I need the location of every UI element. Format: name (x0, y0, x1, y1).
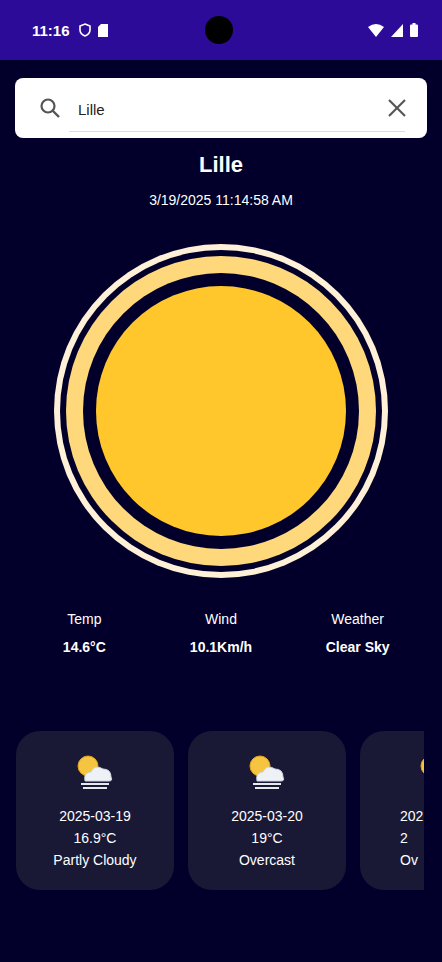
camera-hole (205, 16, 233, 44)
stat-item: Temp 14.6°C (16, 611, 153, 655)
forecast-card[interactable]: 2025-03-20 19°C Overcast (188, 731, 346, 890)
battery-icon (410, 23, 418, 37)
shield-icon (79, 23, 91, 37)
forecast-temp: 2 (400, 827, 408, 849)
forecast-date: 2025-03-19 (59, 805, 131, 827)
partly-cloudy-icon (73, 753, 117, 793)
search-bar[interactable]: Lille (15, 78, 427, 138)
sd-card-icon (98, 24, 108, 37)
stat-value: 14.6°C (63, 639, 106, 655)
forecast-condition: Partly Cloudy (53, 849, 136, 871)
forecast-date: 202 (400, 805, 423, 827)
close-icon[interactable] (387, 98, 407, 118)
sun-icon (54, 244, 388, 578)
stat-item: Weather Clear Sky (289, 611, 426, 655)
forecast-condition: Ov (400, 849, 418, 871)
forecast-card[interactable]: 202 2 Ov (360, 731, 424, 890)
stat-label: Weather (331, 611, 384, 627)
forecast-temp: 16.9°C (74, 827, 117, 849)
status-bar: 11:16 (0, 0, 442, 60)
stat-value: Clear Sky (326, 639, 390, 655)
forecast-list[interactable]: 2025-03-19 16.9°C Partly Cloudy 2025-03-… (16, 731, 424, 890)
wifi-icon (368, 24, 384, 37)
status-time: 11:16 (32, 22, 70, 39)
forecast-condition: Overcast (239, 849, 295, 871)
forecast-temp: 19°C (251, 827, 282, 849)
stat-item: Wind 10.1Km/h (153, 611, 290, 655)
forecast-card[interactable]: 2025-03-19 16.9°C Partly Cloudy (16, 731, 174, 890)
stat-value: 10.1Km/h (190, 639, 252, 655)
weather-screen: 11:16 Lille Lille 3/19/2025 11:14:58 AM … (0, 0, 442, 962)
date-time: 3/19/2025 11:14:58 AM (0, 192, 442, 208)
signal-icon (391, 24, 403, 37)
partly-cloudy-icon (416, 753, 424, 793)
search-input[interactable]: Lille (69, 91, 405, 132)
city-name: Lille (0, 152, 442, 178)
stat-label: Wind (205, 611, 237, 627)
search-icon (39, 97, 61, 119)
partly-cloudy-icon (245, 753, 289, 793)
stat-label: Temp (67, 611, 101, 627)
stats-row: Temp 14.6°CWind 10.1Km/hWeather Clear Sk… (0, 611, 442, 655)
forecast-date: 2025-03-20 (231, 805, 303, 827)
